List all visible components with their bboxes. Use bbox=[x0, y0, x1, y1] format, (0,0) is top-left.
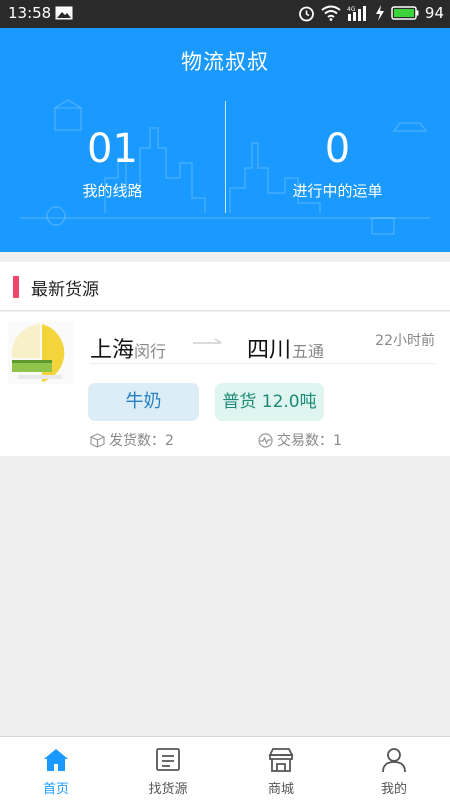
transactions-count: 交易数：1 bbox=[258, 430, 342, 450]
active-orders-label: 进行中的运单 bbox=[292, 182, 383, 200]
section-accent-bar bbox=[13, 276, 19, 298]
my-routes-stat[interactable]: 01 我的线路 bbox=[0, 126, 225, 201]
wifi-icon bbox=[321, 5, 341, 21]
signal-icon: 4G bbox=[347, 6, 366, 21]
card-divider bbox=[90, 363, 435, 364]
pulse-icon bbox=[258, 432, 273, 448]
section-title: 最新货源 bbox=[31, 280, 99, 300]
posted-time: 22小时前 bbox=[375, 333, 435, 349]
tab-mall-label: 商城 bbox=[267, 782, 294, 797]
home-icon bbox=[44, 749, 68, 771]
tab-find-cargo[interactable]: 找货源 bbox=[112, 737, 224, 801]
origin-city: 上海 bbox=[90, 338, 135, 363]
bottom-tab-bar: 首页 找货源 商城 我的 bbox=[0, 736, 450, 801]
status-time: 13:58 bbox=[8, 4, 52, 22]
my-routes-label: 我的线路 bbox=[82, 182, 143, 200]
shipments-count: 发货数：2 bbox=[90, 430, 174, 450]
list-icon bbox=[156, 748, 180, 771]
destination-district: 五通 bbox=[292, 342, 325, 361]
destination-city: 四川 bbox=[247, 338, 292, 363]
transactions-label: 交易数：1 bbox=[277, 433, 342, 449]
box-icon bbox=[90, 432, 105, 448]
app-title: 物流叔叔 bbox=[181, 50, 269, 74]
image-notification-icon bbox=[55, 6, 73, 20]
my-routes-count: 01 bbox=[87, 126, 138, 172]
route-arrow-icon bbox=[193, 338, 222, 344]
cargo-thumbnail bbox=[8, 322, 74, 384]
origin-district: 闵行 bbox=[134, 342, 167, 361]
cargo-type-tag: 普货 12.0吨 bbox=[215, 383, 324, 421]
alarm-icon bbox=[299, 6, 314, 21]
store-icon bbox=[268, 748, 294, 772]
dashboard-header: 物流叔叔 01 我的线路 0 进行中的运单 bbox=[0, 28, 450, 252]
battery-level: 94 bbox=[424, 4, 444, 22]
goods-tag: 牛奶 bbox=[88, 383, 199, 421]
tab-home[interactable]: 首页 bbox=[0, 737, 112, 801]
battery-icon bbox=[391, 6, 419, 20]
active-orders-count: 0 bbox=[324, 126, 351, 172]
latest-cargo-section-header: 最新货源 bbox=[0, 262, 450, 311]
svg-text:4G: 4G bbox=[347, 6, 356, 13]
tab-home-label: 首页 bbox=[42, 782, 69, 797]
tab-find-cargo-label: 找货源 bbox=[148, 782, 188, 797]
tab-profile-label: 我的 bbox=[380, 782, 407, 797]
status-bar: 13:58 4G 94 bbox=[0, 0, 450, 28]
tab-profile[interactable]: 我的 bbox=[338, 737, 450, 801]
active-orders-stat[interactable]: 0 进行中的运单 bbox=[225, 126, 450, 201]
shipments-label: 发货数：2 bbox=[109, 433, 174, 449]
user-icon bbox=[382, 748, 406, 773]
charging-icon bbox=[375, 5, 384, 21]
tab-mall[interactable]: 商城 bbox=[225, 737, 337, 801]
cargo-listing-card[interactable]: 上海 闵行 四川 五通 22小时前 牛奶 普货 12.0吨 发货数：2 交易数：… bbox=[0, 312, 450, 456]
